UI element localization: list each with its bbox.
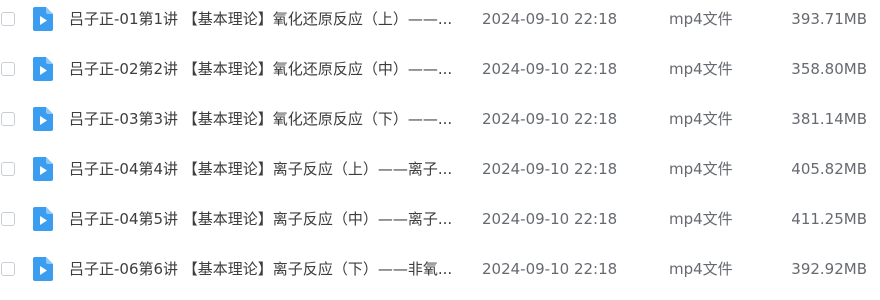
file-name[interactable]: 吕子正-04第4讲 【基本理论】离子反应（上）——离子...	[69, 159, 459, 179]
file-row[interactable]: 吕子正-03第3讲 【基本理论】氧化还原反应（下）——... 2024-09-1…	[0, 100, 880, 150]
row-checkbox[interactable]	[1, 212, 15, 226]
file-size: 392.92MB	[791, 260, 867, 278]
file-type: mp4文件	[669, 10, 733, 28]
video-file-icon	[33, 207, 53, 231]
row-checkbox[interactable]	[1, 62, 15, 76]
video-file-icon	[33, 57, 53, 81]
file-size: 358.80MB	[791, 60, 867, 78]
file-row[interactable]: 吕子正-04第4讲 【基本理论】离子反应（上）——离子... 2024-09-1…	[0, 150, 880, 200]
modified-date: 2024-09-10 22:18	[482, 210, 618, 228]
file-size: 393.71MB	[791, 10, 867, 28]
file-list: 吕子正-01第1讲 【基本理论】氧化还原反应（上）——... 2024-09-1…	[0, 0, 880, 281]
file-type: mp4文件	[669, 60, 733, 78]
file-name[interactable]: 吕子正-01第1讲 【基本理论】氧化还原反应（上）——...	[69, 9, 459, 29]
file-size: 405.82MB	[791, 160, 867, 178]
file-row[interactable]: 吕子正-06第6讲 【基本理论】离子反应（下）——非氧... 2024-09-1…	[0, 250, 880, 300]
file-name[interactable]: 吕子正-02第2讲 【基本理论】氧化还原反应（中）——...	[69, 59, 459, 79]
file-name[interactable]: 吕子正-04第5讲 【基本理论】离子反应（中）——离子...	[69, 209, 459, 229]
modified-date: 2024-09-10 22:18	[482, 110, 618, 128]
file-name[interactable]: 吕子正-06第6讲 【基本理论】离子反应（下）——非氧...	[69, 259, 459, 279]
file-size: 381.14MB	[791, 110, 867, 128]
file-row[interactable]: 吕子正-04第5讲 【基本理论】离子反应（中）——离子... 2024-09-1…	[0, 200, 880, 250]
row-checkbox[interactable]	[1, 12, 15, 26]
file-type: mp4文件	[669, 210, 733, 228]
video-file-icon	[33, 257, 53, 281]
row-checkbox[interactable]	[1, 162, 15, 176]
row-checkbox[interactable]	[1, 262, 15, 276]
file-size: 411.25MB	[791, 210, 867, 228]
file-type: mp4文件	[669, 160, 733, 178]
modified-date: 2024-09-10 22:18	[482, 260, 618, 278]
file-row[interactable]: 吕子正-01第1讲 【基本理论】氧化还原反应（上）——... 2024-09-1…	[0, 0, 880, 50]
file-type: mp4文件	[669, 260, 733, 278]
file-name[interactable]: 吕子正-03第3讲 【基本理论】氧化还原反应（下）——...	[69, 109, 459, 129]
row-checkbox[interactable]	[1, 112, 15, 126]
file-row[interactable]: 吕子正-02第2讲 【基本理论】氧化还原反应（中）——... 2024-09-1…	[0, 50, 880, 100]
modified-date: 2024-09-10 22:18	[482, 60, 618, 78]
video-file-icon	[33, 107, 53, 131]
video-file-icon	[33, 7, 53, 31]
video-file-icon	[33, 157, 53, 181]
modified-date: 2024-09-10 22:18	[482, 10, 618, 28]
modified-date: 2024-09-10 22:18	[482, 160, 618, 178]
file-type: mp4文件	[669, 110, 733, 128]
